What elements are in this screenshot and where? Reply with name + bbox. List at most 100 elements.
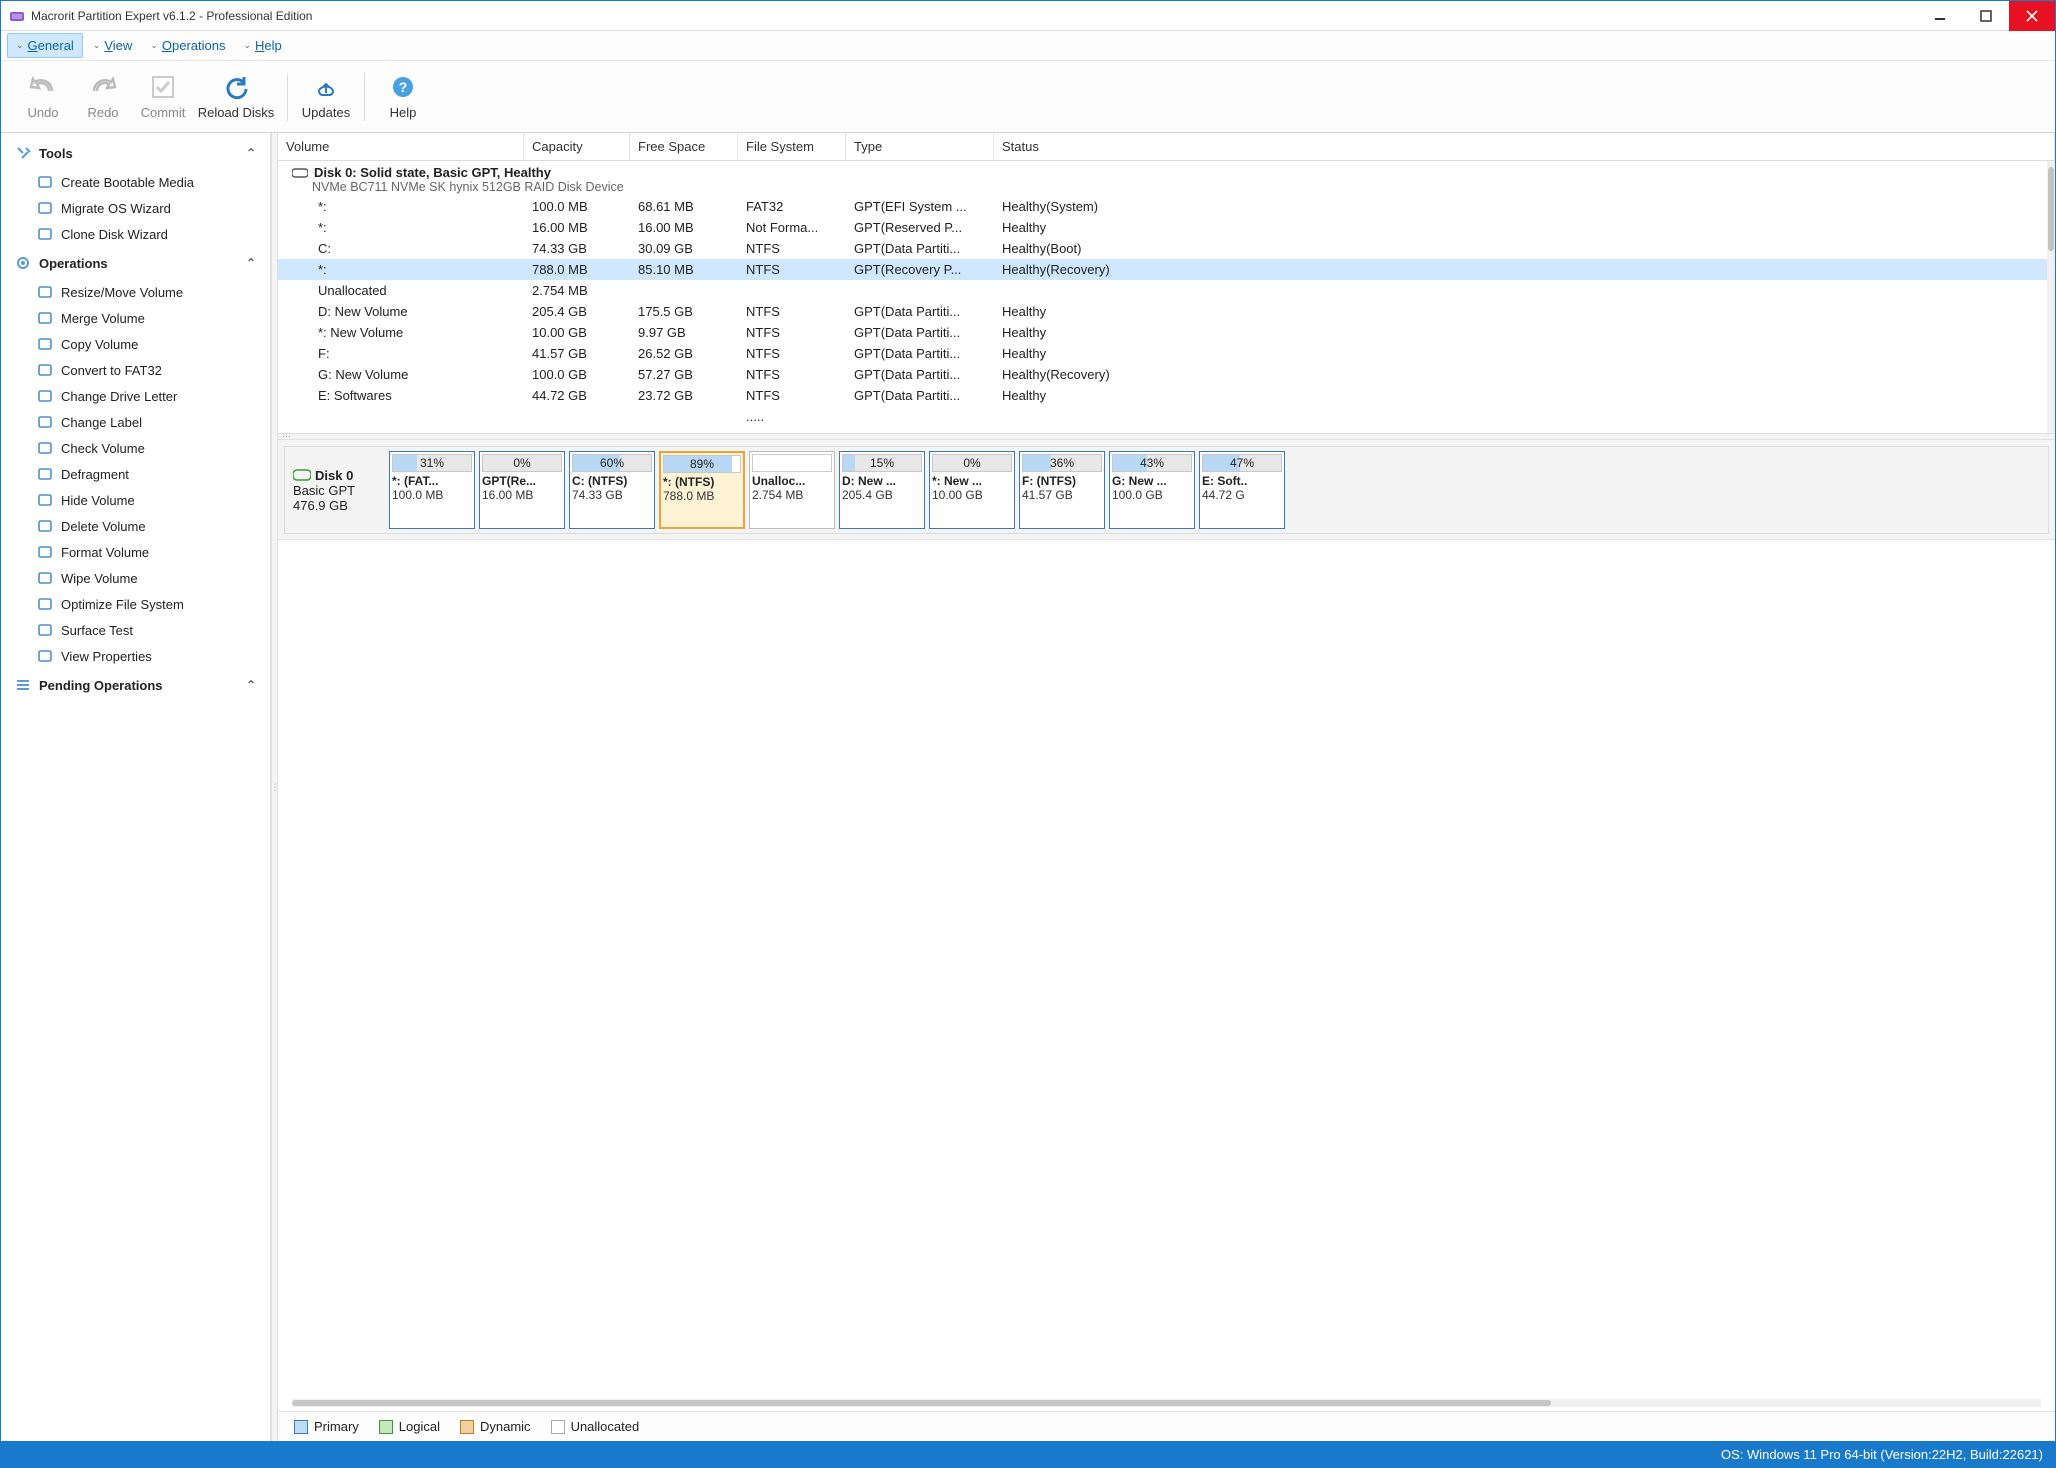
vertical-splitter[interactable]: ⋮	[271, 133, 278, 1441]
cell-free: 85.10 MB	[630, 261, 738, 278]
cell-status: Healthy	[994, 219, 2055, 236]
cell-volume	[278, 408, 524, 425]
partition-label: C: (NTFS)	[572, 474, 652, 488]
horizontal-scrollbar[interactable]	[292, 1399, 2041, 1407]
sidebar-tool-item[interactable]: Clone Disk Wizard	[1, 221, 270, 247]
side-item-label: Optimize File System	[61, 597, 184, 612]
redo-button[interactable]: Redo	[73, 73, 133, 120]
cell-status: Healthy(System)	[994, 198, 2055, 215]
item-icon	[37, 362, 53, 378]
volume-row[interactable]: G: New Volume100.0 GB57.27 GBNTFSGPT(Dat…	[278, 364, 2055, 385]
sidebar-op-item[interactable]: Copy Volume	[1, 331, 270, 357]
sidebar-op-item[interactable]: Convert to FAT32	[1, 357, 270, 383]
partition-size: 74.33 GB	[572, 488, 652, 502]
sidebar-op-item[interactable]: Delete Volume	[1, 513, 270, 539]
usage-bar	[752, 454, 832, 472]
partition-box[interactable]: 0%*: New ...10.00 GB	[929, 451, 1015, 529]
disk-title: Disk 0: Solid state, Basic GPT, Healthy	[314, 165, 551, 180]
volume-row[interactable]: F:41.57 GB26.52 GBNTFSGPT(Data Partiti..…	[278, 343, 2055, 364]
cell-type: GPT(Data Partiti...	[846, 240, 994, 257]
col-volume[interactable]: Volume	[278, 133, 524, 160]
cell-status	[994, 408, 2055, 425]
sidebar-op-item[interactable]: Optimize File System	[1, 591, 270, 617]
sidebar-op-item[interactable]: Defragment	[1, 461, 270, 487]
usage-bar: 31%	[392, 454, 472, 472]
col-free[interactable]: Free Space	[630, 133, 738, 160]
volume-row[interactable]: C:74.33 GB30.09 GBNTFSGPT(Data Partiti..…	[278, 238, 2055, 259]
commit-button[interactable]: Commit	[133, 73, 193, 120]
sidebar-op-item[interactable]: Hide Volume	[1, 487, 270, 513]
partition-box[interactable]: 43%G: New ...100.0 GB	[1109, 451, 1195, 529]
menu-general[interactable]: ⌄ General	[7, 33, 83, 58]
operations-section-header[interactable]: Operations ⌃	[1, 247, 270, 279]
horizontal-splitter[interactable]: ⋯	[278, 433, 2055, 440]
tools-icon	[15, 145, 31, 161]
sidebar-op-item[interactable]: Wipe Volume	[1, 565, 270, 591]
col-type[interactable]: Type	[846, 133, 994, 160]
chevron-down-icon: ⌄	[150, 40, 158, 51]
vertical-scrollbar[interactable]	[2047, 161, 2055, 433]
sidebar-op-item[interactable]: Change Drive Letter	[1, 383, 270, 409]
col-filesystem[interactable]: File System	[738, 133, 846, 160]
menu-help[interactable]: ⌄ Help	[235, 34, 289, 57]
partition-box[interactable]: 15%D: New ...205.4 GB	[839, 451, 925, 529]
sidebar-op-item[interactable]: Merge Volume	[1, 305, 270, 331]
item-icon	[37, 440, 53, 456]
volume-row[interactable]: D: New Volume205.4 GB175.5 GBNTFSGPT(Dat…	[278, 301, 2055, 322]
partition-box[interactable]: 60% C: (NTFS)74.33 GB	[569, 451, 655, 529]
partition-box[interactable]: 36%F: (NTFS)41.57 GB	[1019, 451, 1105, 529]
sidebar-op-item[interactable]: Resize/Move Volume	[1, 279, 270, 305]
col-capacity[interactable]: Capacity	[524, 133, 630, 160]
pending-head-label: Pending Operations	[39, 678, 163, 693]
menu-operations[interactable]: ⌄ Operations	[142, 34, 233, 57]
disk-header[interactable]: Disk 0: Solid state, Basic GPT, Healthy …	[278, 161, 2055, 196]
volume-row[interactable]: *:788.0 MB85.10 MBNTFSGPT(Recovery P...H…	[278, 259, 2055, 280]
sidebar-op-item[interactable]: Format Volume	[1, 539, 270, 565]
partition-box[interactable]: Unalloc...2.754 MB	[749, 451, 835, 529]
sidebar-tool-item[interactable]: Migrate OS Wizard	[1, 195, 270, 221]
volume-row[interactable]: Unallocated2.754 MB	[278, 280, 2055, 301]
window-title: Macrorit Partition Expert v6.1.2 - Profe…	[31, 9, 1917, 23]
updates-button[interactable]: Updates	[296, 73, 356, 120]
sidebar-op-item[interactable]: Change Label	[1, 409, 270, 435]
volume-row[interactable]: *:100.0 MB68.61 MBFAT32GPT(EFI System ..…	[278, 196, 2055, 217]
cell-fs	[738, 282, 846, 299]
partition-size: 100.0 MB	[392, 488, 472, 502]
partition-box[interactable]: 0%GPT(Re...16.00 MB	[479, 451, 565, 529]
reload-label: Reload Disks	[198, 105, 275, 120]
cell-capacity: 44.72 GB	[524, 387, 630, 404]
side-item-label: Merge Volume	[61, 311, 145, 326]
undo-button[interactable]: Undo	[13, 73, 73, 120]
tools-section-header[interactable]: Tools ⌃	[1, 137, 270, 169]
pending-section-header[interactable]: Pending Operations ⌃	[1, 669, 270, 701]
sidebar-tool-item[interactable]: Create Bootable Media	[1, 169, 270, 195]
volume-row[interactable]: E: Softwares44.72 GB23.72 GBNTFSGPT(Data…	[278, 385, 2055, 406]
volume-row[interactable]: .....	[278, 406, 2055, 427]
cell-fs: NTFS	[738, 345, 846, 362]
side-item-label: Change Drive Letter	[61, 389, 177, 404]
partition-box[interactable]: 89%*: (NTFS)788.0 MB	[659, 451, 745, 529]
sidebar-op-item[interactable]: Check Volume	[1, 435, 270, 461]
volume-row[interactable]: *:16.00 MB16.00 MBNot Forma...GPT(Reserv…	[278, 217, 2055, 238]
partition-box[interactable]: 31%*: (FAT...100.0 MB	[389, 451, 475, 529]
help-button[interactable]: ? Help	[373, 73, 433, 120]
diskmap-info[interactable]: Disk 0 Basic GPT 476.9 GB	[289, 451, 385, 529]
reload-disks-button[interactable]: Reload Disks	[193, 73, 279, 120]
close-button[interactable]	[2009, 1, 2055, 31]
cell-status: Healthy	[994, 324, 2055, 341]
item-icon	[37, 466, 53, 482]
volume-row[interactable]: *: New Volume10.00 GB9.97 GBNTFSGPT(Data…	[278, 322, 2055, 343]
item-icon	[37, 284, 53, 300]
usage-bar: 60%	[572, 454, 652, 472]
col-status[interactable]: Status	[994, 133, 2055, 160]
sidebar-op-item[interactable]: View Properties	[1, 643, 270, 669]
side-item-label: Wipe Volume	[61, 571, 138, 586]
sidebar-op-item[interactable]: Surface Test	[1, 617, 270, 643]
menu-label: Help	[255, 38, 282, 53]
minimize-button[interactable]	[1917, 1, 1963, 31]
partition-box[interactable]: 47%E: Soft..44.72 G	[1199, 451, 1285, 529]
menu-view[interactable]: ⌄ View	[85, 34, 141, 57]
usage-percent: 0%	[963, 456, 980, 470]
maximize-button[interactable]	[1963, 1, 2009, 31]
cell-free	[630, 408, 738, 425]
